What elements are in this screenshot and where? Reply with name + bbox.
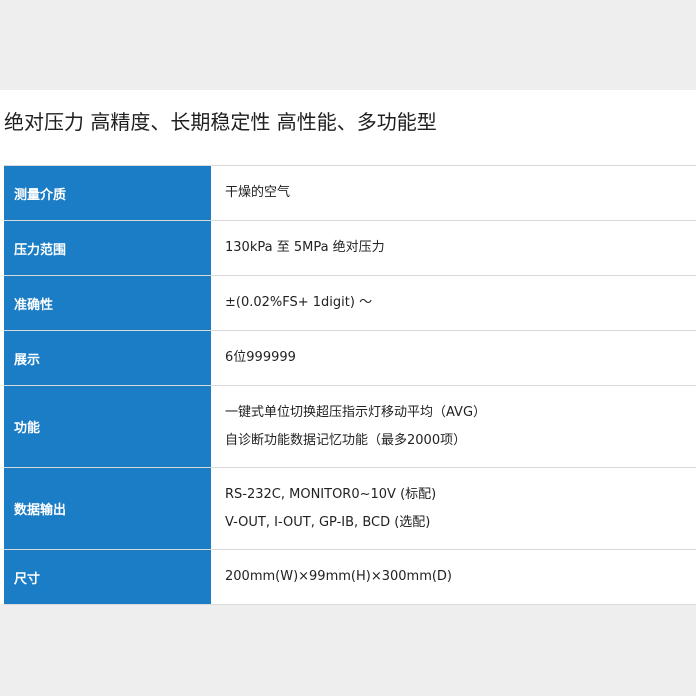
spec-value: 6位999999 — [211, 331, 696, 385]
spec-value: 一键式单位切换超压指示灯移动平均（AVG） 自诊断功能数据记忆功能（最多2000… — [211, 386, 696, 467]
spec-value-line: 干燥的空气 — [225, 185, 291, 200]
page-title: 绝对压力 高精度、长期稳定性 高性能、多功能型 — [4, 110, 437, 134]
spec-value-line: 自诊断功能数据记忆功能（最多2000项） — [225, 432, 467, 448]
spec-row-pressure-range: 压力范围 130kPa 至 5MPa 绝对压力 — [4, 221, 696, 276]
spec-label: 测量介质 — [4, 166, 211, 220]
spec-row-display: 展示 6位999999 — [4, 331, 696, 386]
spec-value-line: 一键式单位切换超压指示灯移动平均（AVG） — [225, 404, 487, 420]
spec-value-line: 130kPa 至 5MPa 绝对压力 — [225, 240, 385, 255]
spec-value-line: ±(0.02%FS+ 1digit) ～ — [225, 295, 373, 310]
spec-label: 功能 — [4, 386, 211, 467]
content-panel: 绝对压力 高精度、长期稳定性 高性能、多功能型 测量介质 干燥的空气 压力范围 … — [0, 90, 696, 605]
spec-value: 干燥的空气 — [211, 166, 696, 220]
spec-row-functions: 功能 一键式单位切换超压指示灯移动平均（AVG） 自诊断功能数据记忆功能（最多2… — [4, 386, 696, 468]
spec-value-line: 6位999999 — [225, 350, 296, 365]
spec-row-data-output: 数据输出 RS-232C, MONITOR0~10V (标配) V-OUT, I… — [4, 468, 696, 550]
spec-row-accuracy: 准确性 ±(0.02%FS+ 1digit) ～ — [4, 276, 696, 331]
spec-label: 展示 — [4, 331, 211, 385]
spec-value: 200mm(W)×99mm(H)×300mm(D) — [211, 550, 696, 604]
spec-value: RS-232C, MONITOR0~10V (标配) V-OUT, I-OUT,… — [211, 468, 696, 549]
spec-value-line: V-OUT, I-OUT, GP-IB, BCD (选配) — [225, 514, 431, 530]
spec-label: 压力范围 — [4, 221, 211, 275]
spec-row-dimensions: 尺寸 200mm(W)×99mm(H)×300mm(D) — [4, 550, 696, 605]
spec-value-line: 200mm(W)×99mm(H)×300mm(D) — [225, 569, 453, 584]
spec-value-line: RS-232C, MONITOR0~10V (标配) — [225, 486, 437, 502]
spec-value: ±(0.02%FS+ 1digit) ～ — [211, 276, 696, 330]
spec-label: 数据输出 — [4, 468, 211, 549]
spec-table: 测量介质 干燥的空气 压力范围 130kPa 至 5MPa 绝对压力 准确性 ±… — [4, 165, 696, 605]
spec-value: 130kPa 至 5MPa 绝对压力 — [211, 221, 696, 275]
spec-label: 准确性 — [4, 276, 211, 330]
spec-row-medium: 测量介质 干燥的空气 — [4, 166, 696, 221]
spec-label: 尺寸 — [4, 550, 211, 604]
